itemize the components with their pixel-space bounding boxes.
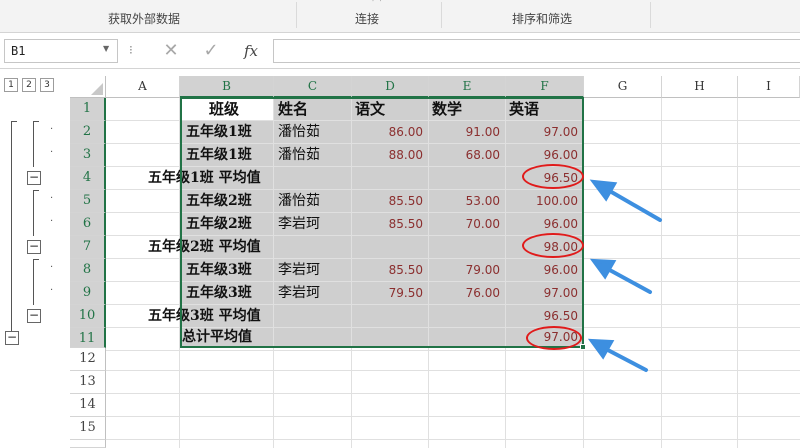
annotation-arrowhead-1	[589, 179, 618, 202]
annotation-arrows	[587, 179, 662, 372]
worksheet-grid: A B C D E F G H I 1 2 3 4 5 6 7 8 9 10 1…	[0, 0, 800, 448]
annotation-arrowhead-2	[589, 258, 617, 280]
annotation-arrow-2	[604, 266, 652, 294]
annotation-arrowhead-3	[587, 338, 615, 360]
annotation-arrow-3	[602, 346, 648, 372]
annotation-arrow-1	[606, 188, 662, 222]
